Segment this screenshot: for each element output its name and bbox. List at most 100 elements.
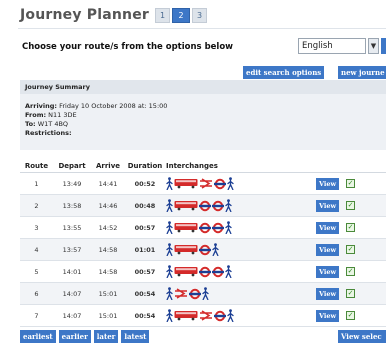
route-number: 4 bbox=[20, 238, 53, 261]
step-1[interactable]: 1 bbox=[155, 7, 170, 23]
interchanges bbox=[165, 304, 315, 327]
restrictions-label: Restrictions: bbox=[25, 129, 72, 137]
arrive-time: 15:01 bbox=[91, 304, 125, 327]
column-select bbox=[345, 160, 386, 173]
tube-icon bbox=[199, 244, 212, 256]
bus-icon bbox=[174, 244, 199, 255]
view-route-button[interactable]: View bbox=[316, 199, 340, 212]
tube-icon bbox=[199, 266, 212, 278]
duration: 00:54 bbox=[125, 282, 165, 305]
walk-icon bbox=[166, 221, 174, 234]
interchanges bbox=[165, 216, 315, 239]
from-label: From: bbox=[25, 111, 47, 119]
depart-time: 13:58 bbox=[53, 194, 91, 217]
route-number: 3 bbox=[20, 216, 53, 239]
later-button[interactable]: later bbox=[93, 330, 119, 343]
step-2-active[interactable]: 2 bbox=[172, 7, 190, 23]
arrive-time: 14:41 bbox=[91, 172, 125, 195]
route-number: 5 bbox=[20, 260, 53, 283]
column-duration: Duration bbox=[125, 160, 165, 173]
walk-icon bbox=[202, 287, 210, 300]
view-cell: View bbox=[315, 216, 345, 239]
table-row: 2 13:58 14:46 00:48 View ✓ bbox=[20, 194, 386, 217]
rail-icon bbox=[174, 288, 189, 299]
step-3[interactable]: 3 bbox=[192, 7, 207, 23]
interchanges bbox=[165, 194, 315, 217]
view-route-button[interactable]: View bbox=[316, 287, 340, 300]
earlier-button[interactable]: earlier bbox=[58, 330, 91, 343]
depart-time: 13:57 bbox=[53, 238, 91, 261]
summary-from: From: N11 3DE bbox=[20, 111, 386, 120]
select-route-checkbox[interactable]: ✓ bbox=[346, 223, 355, 232]
arrive-time: 14:46 bbox=[91, 194, 125, 217]
select-route-checkbox[interactable]: ✓ bbox=[346, 179, 355, 188]
tube-icon bbox=[214, 310, 227, 322]
walk-icon bbox=[227, 309, 235, 322]
interchanges bbox=[165, 260, 315, 283]
select-route-checkbox[interactable]: ✓ bbox=[346, 311, 355, 320]
walk-icon bbox=[166, 287, 174, 300]
view-route-button[interactable]: View bbox=[316, 265, 340, 278]
view-route-button[interactable]: View bbox=[316, 309, 340, 322]
select-route-checkbox[interactable]: ✓ bbox=[346, 201, 355, 210]
route-number: 7 bbox=[20, 304, 53, 327]
table-row: 6 14:07 15:01 00:54 View ✓ bbox=[20, 282, 386, 305]
latest-button[interactable]: latest bbox=[121, 330, 150, 343]
walk-icon bbox=[166, 243, 174, 256]
select-route-checkbox[interactable]: ✓ bbox=[346, 245, 355, 254]
to-value: W1T 4BQ bbox=[37, 120, 69, 128]
view-route-button[interactable]: View bbox=[316, 221, 340, 234]
select-route-checkbox[interactable]: ✓ bbox=[346, 267, 355, 276]
rail-icon bbox=[199, 178, 214, 189]
edit-search-options-button[interactable]: edit search options bbox=[243, 66, 325, 79]
view-route-button[interactable]: View bbox=[316, 177, 340, 190]
select-route-checkbox[interactable]: ✓ bbox=[346, 289, 355, 298]
depart-time: 14:07 bbox=[53, 282, 91, 305]
column-interchanges: Interchanges bbox=[165, 160, 315, 173]
rail-icon bbox=[199, 310, 214, 321]
pagination-bar: earliest earlier later latest bbox=[20, 330, 152, 343]
duration: 00:54 bbox=[125, 304, 165, 327]
bus-icon bbox=[174, 266, 199, 277]
view-cell: View bbox=[315, 304, 345, 327]
column-route: Route bbox=[20, 160, 53, 173]
walk-icon bbox=[166, 199, 174, 212]
interchanges bbox=[165, 282, 315, 305]
summary-restrictions: Restrictions: bbox=[20, 129, 386, 138]
table-row: 3 13:55 14:52 00:57 View ✓ bbox=[20, 216, 386, 239]
arriving-value: Friday 10 October 2008 at: 15:00 bbox=[59, 102, 168, 110]
journey-summary: Journey Summary Arriving: Friday 10 Octo… bbox=[20, 80, 386, 150]
route-number: 2 bbox=[20, 194, 53, 217]
walk-icon bbox=[225, 199, 233, 212]
select-cell: ✓ bbox=[345, 238, 386, 261]
choose-route-label: Choose your route/s from the options bel… bbox=[22, 42, 234, 52]
duration: 00:48 bbox=[125, 194, 165, 217]
duration: 00:57 bbox=[125, 260, 165, 283]
chevron-down-icon[interactable]: ▼ bbox=[368, 38, 379, 54]
bus-icon bbox=[174, 222, 199, 233]
table-row: 5 14:01 14:58 00:57 View ✓ bbox=[20, 260, 386, 283]
language-select[interactable]: English bbox=[298, 38, 366, 54]
page-header: Journey Planner 1 2 3 bbox=[20, 2, 209, 28]
walk-icon bbox=[225, 221, 233, 234]
interchanges bbox=[165, 238, 315, 261]
view-selected-button[interactable]: View selec bbox=[338, 330, 386, 343]
summary-arriving: Arriving: Friday 10 October 2008 at: 15:… bbox=[20, 102, 386, 111]
arrive-time: 14:58 bbox=[91, 238, 125, 261]
to-label: To: bbox=[25, 120, 36, 128]
duration: 01:01 bbox=[125, 238, 165, 261]
language-go-button[interactable] bbox=[381, 38, 386, 54]
view-route-button[interactable]: View bbox=[316, 243, 340, 256]
depart-time: 14:01 bbox=[53, 260, 91, 283]
new-journey-button[interactable]: new journe bbox=[338, 66, 386, 79]
earliest-button[interactable]: earliest bbox=[20, 330, 56, 343]
step-indicator: 1 2 3 bbox=[155, 7, 209, 23]
walk-icon bbox=[225, 265, 233, 278]
walk-icon bbox=[166, 265, 174, 278]
duration: 00:57 bbox=[125, 216, 165, 239]
column-arrive: Arrive bbox=[91, 160, 125, 173]
select-cell: ✓ bbox=[345, 260, 386, 283]
bus-icon bbox=[174, 310, 199, 321]
summary-to: To: W1T 4BQ bbox=[20, 120, 386, 129]
arriving-label: Arriving: bbox=[25, 102, 58, 110]
